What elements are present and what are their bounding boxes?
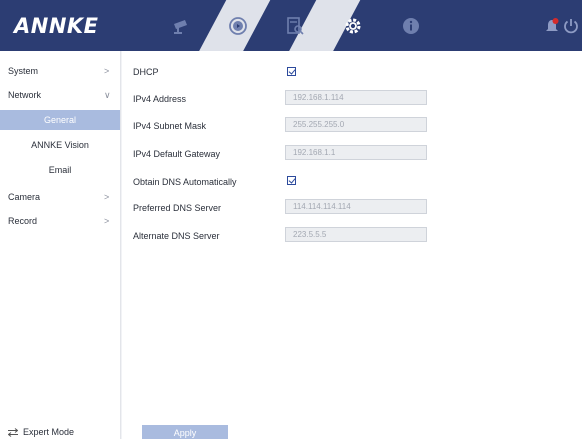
sidebar-item-label: Email: [48, 165, 72, 175]
preferred-dns-label: Preferred DNS Server: [133, 203, 222, 213]
sidebar-item-general[interactable]: General: [0, 110, 120, 130]
camera-icon[interactable]: [170, 15, 192, 37]
top-bar: ANNKE: [0, 0, 582, 51]
alternate-dns-field[interactable]: 223.5.5.5: [285, 227, 427, 242]
ipv4-default-gateway-label: IPv4 Default Gateway: [133, 149, 221, 159]
chevron-right-icon: >: [104, 192, 110, 202]
sidebar-item-label: Camera: [8, 192, 41, 202]
sidebar-item-label: General: [43, 115, 77, 125]
obtain-dns-checkbox[interactable]: [287, 176, 296, 185]
sidebar-item-label: Network: [8, 90, 42, 100]
alternate-dns-label: Alternate DNS Server: [133, 231, 220, 241]
swap-icon: [8, 427, 18, 437]
dhcp-label: DHCP: [133, 67, 159, 77]
logo: ANNKE: [14, 14, 99, 38]
ipv4-subnet-mask-label: IPv4 Subnet Mask: [133, 121, 207, 131]
network-general-panel: DHCP IPv4 Address 192.168.1.114 IPv4 Sub…: [122, 51, 582, 439]
power-icon[interactable]: [560, 15, 582, 37]
dhcp-checkbox[interactable]: [287, 67, 296, 76]
sidebar: System > Network ∨ General ANNKE Vision …: [0, 51, 121, 439]
sidebar-item-annke-vision[interactable]: ANNKE Vision: [0, 135, 120, 155]
expert-mode-toggle[interactable]: Expert Mode: [8, 427, 74, 437]
sidebar-item-record[interactable]: Record >: [0, 211, 120, 231]
sidebar-item-label: Record: [8, 216, 38, 226]
sidebar-item-label: System: [8, 66, 39, 76]
sidebar-item-label: ANNKE Vision: [31, 140, 89, 150]
ipv4-address-field[interactable]: 192.168.1.114: [285, 90, 427, 105]
obtain-dns-label: Obtain DNS Automatically: [133, 177, 237, 187]
playback-icon[interactable]: [227, 15, 249, 37]
apply-button[interactable]: Apply: [142, 425, 228, 439]
sidebar-item-camera[interactable]: Camera >: [0, 187, 120, 207]
preferred-dns-field[interactable]: 114.114.114.114: [285, 199, 427, 214]
chevron-right-icon: >: [104, 66, 110, 76]
expert-mode-label: Expert Mode: [23, 427, 75, 437]
chevron-right-icon: >: [104, 216, 110, 226]
sidebar-item-system[interactable]: System >: [0, 61, 120, 81]
sidebar-item-network[interactable]: Network ∨: [0, 85, 120, 105]
chevron-down-icon: ∨: [104, 89, 111, 100]
ipv4-subnet-mask-field[interactable]: 255.255.255.0: [285, 117, 427, 132]
info-icon[interactable]: [400, 15, 422, 37]
ipv4-address-label: IPv4 Address: [133, 94, 187, 104]
sidebar-item-email[interactable]: Email: [0, 160, 120, 180]
search-icon[interactable]: [284, 15, 306, 37]
gear-icon[interactable]: [342, 15, 364, 37]
ipv4-default-gateway-field[interactable]: 192.168.1.1: [285, 145, 427, 160]
